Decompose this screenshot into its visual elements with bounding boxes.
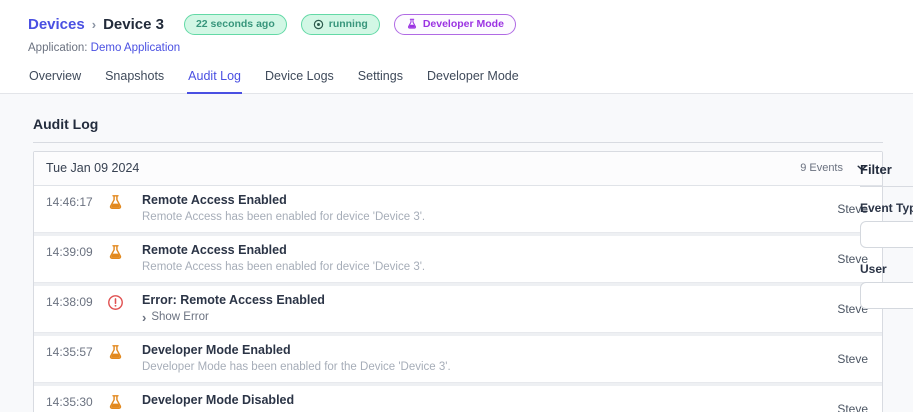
tab-snapshots[interactable]: Snapshots: [104, 69, 165, 93]
event-time: 14:38:09: [46, 294, 93, 309]
event-description: Remote Access has been enabled for devic…: [142, 260, 426, 273]
event-time: 14:35:57: [46, 344, 93, 359]
device-detail-page: Devices › Device 3 22 seconds ago runnin…: [0, 0, 913, 412]
running-status-badge: running: [300, 14, 380, 35]
last-seen-badge-label: 22 seconds ago: [195, 18, 275, 30]
breadcrumb-devices-link[interactable]: Devices: [28, 16, 85, 33]
tab-bar: Overview Snapshots Audit Log Device Logs…: [0, 54, 913, 94]
chevron-right-icon: ›: [142, 309, 147, 325]
audit-log-section: Audit Log Tue Jan 09 2024 9 Events 14:46…: [0, 93, 913, 412]
event-title: Developer Mode Disabled: [142, 392, 295, 407]
event-description: Developer Mode has been enabled for the …: [142, 360, 451, 373]
application-label: Application:: [28, 41, 88, 54]
section-title: Audit Log: [33, 115, 99, 132]
event-body: Remote Access Enabled Remote Access has …: [142, 186, 837, 223]
event-type-filter-input[interactable]: [860, 220, 913, 248]
page-header: Devices › Device 3 22 seconds ago runnin…: [0, 0, 913, 94]
event-title: Remote Access Enabled: [142, 242, 287, 257]
event-time: 14:35:30: [46, 394, 93, 409]
audit-log-row: 14:46:17 Remote Access Enabled Remote Ac…: [34, 185, 882, 233]
date-header-right: 9 Events: [800, 161, 869, 175]
last-seen-badge: 22 seconds ago: [183, 14, 287, 35]
filter-divider: [860, 185, 913, 187]
event-body: Error: Remote Access Enabled › Show Erro…: [142, 286, 837, 324]
flask-icon: [107, 186, 127, 211]
application-row: Application: Demo Application: [0, 35, 913, 54]
breadcrumb-separator: ›: [91, 16, 97, 32]
tab-settings[interactable]: Settings: [357, 69, 404, 93]
event-time: 14:46:17: [46, 194, 93, 209]
error-icon: [107, 286, 127, 311]
event-body: Remote Access Enabled Remote Access has …: [142, 236, 837, 273]
tab-overview[interactable]: Overview: [28, 69, 82, 93]
breadcrumb: Devices › Device 3 22 seconds ago runnin…: [0, 0, 913, 35]
section-divider: [33, 141, 883, 143]
status-badges: 22 seconds ago running Developer Mode: [183, 14, 516, 35]
running-badge-label: running: [328, 18, 368, 30]
event-body: Developer Mode Disabled: [142, 386, 837, 407]
audit-log-row: 14:38:09 Error: Remote Access Enabled › …: [34, 285, 882, 333]
show-error-label: Show Error: [151, 311, 209, 324]
event-body: Developer Mode Enabled Developer Mode ha…: [142, 336, 837, 373]
audit-log-row: 14:35:30 Developer Mode Disabled Steve: [34, 385, 882, 412]
flask-icon: [107, 336, 127, 361]
page-title: Device 3: [103, 15, 164, 33]
flask-icon: [107, 236, 127, 261]
user-filter-input[interactable]: [860, 281, 913, 309]
event-user: Steve: [837, 401, 868, 412]
audit-log-row: 14:35:57 Developer Mode Enabled Develope…: [34, 335, 882, 383]
events-count-badge: 9 Events: [800, 162, 843, 175]
audit-log-row: 14:39:09 Remote Access Enabled Remote Ac…: [34, 235, 882, 283]
date-group-header[interactable]: Tue Jan 09 2024 9 Events: [34, 151, 882, 186]
event-type-filter-label: Event Type: [860, 200, 913, 215]
tab-audit-log[interactable]: Audit Log: [187, 69, 242, 94]
tab-developer-mode[interactable]: Developer Mode: [426, 69, 520, 93]
record-icon: [313, 19, 324, 30]
event-title: Remote Access Enabled: [142, 192, 287, 207]
event-title: Developer Mode Enabled: [142, 342, 291, 357]
event-description: Remote Access has been enabled for devic…: [142, 210, 426, 223]
flask-icon: [406, 18, 418, 30]
event-time: 14:39:09: [46, 244, 93, 259]
filter-title: Filter: [860, 161, 892, 177]
filter-panel: Filter Event Type User: [860, 162, 913, 309]
developer-mode-badge: Developer Mode: [393, 14, 516, 35]
flask-icon: [107, 386, 127, 411]
developer-mode-badge-label: Developer Mode: [422, 18, 504, 30]
show-error-link[interactable]: › Show Error: [142, 311, 837, 324]
audit-log-table: Tue Jan 09 2024 9 Events 14:46:17 Remote…: [33, 150, 883, 412]
event-title: Error: Remote Access Enabled: [142, 292, 325, 307]
user-filter-label: User: [860, 261, 887, 276]
application-link[interactable]: Demo Application: [91, 42, 181, 54]
tab-device-logs[interactable]: Device Logs: [264, 69, 335, 93]
date-header-label: Tue Jan 09 2024: [46, 161, 140, 176]
event-user: Steve: [837, 351, 868, 366]
